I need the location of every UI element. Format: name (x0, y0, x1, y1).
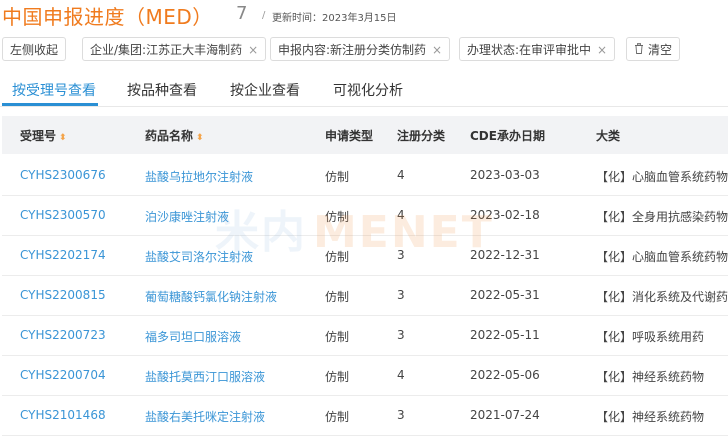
tab-visual-analysis[interactable]: 可视化分析 (333, 80, 403, 100)
table-header: 受理号 ⬍ 药品名称 ⬍ 申请类型 注册分类 CDE承办日期 大类 (2, 116, 728, 154)
category-cell: 【化】呼吸系统用药 (596, 330, 705, 344)
page-header: 中国申报进度（MED） 7 / 更新时间：2023年3月15日 (0, 0, 728, 32)
apply-type-cell: 仿制 (325, 410, 350, 424)
page-title: 中国申报进度（MED） (2, 5, 213, 29)
category-cell: 【化】心脑血管系统药物 (596, 250, 728, 264)
drug-name-link[interactable]: 盐酸右美托咪定注射液 (145, 408, 265, 425)
accept-no-link[interactable]: CYHS2101468 (20, 408, 106, 422)
header-apply-type: 申请类型 (325, 129, 374, 143)
update-time: 更新时间：2023年3月15日 (272, 9, 397, 24)
clear-filters-button[interactable]: 清空 (626, 37, 681, 62)
accept-no-link[interactable]: CYHS2200704 (20, 368, 106, 382)
accept-no-link[interactable]: CYHS2200815 (20, 288, 106, 302)
filter-chip-status[interactable]: 办理状态:在审评审批中 × (459, 37, 616, 61)
table-row[interactable]: CYHS2200723 福多司坦口服溶液 仿制 3 2022-05-11 【化】… (2, 315, 728, 356)
header-cde-date: CDE承办日期 (470, 129, 545, 143)
reg-class-cell: 4 (397, 368, 405, 382)
sort-icon[interactable]: ⬍ (196, 133, 204, 143)
apply-type-cell: 仿制 (325, 330, 350, 344)
close-icon[interactable]: × (248, 43, 258, 57)
view-tabs: 按受理号查看 按品种查看 按企业查看 可视化分析 (0, 72, 728, 107)
drug-name-link[interactable]: 葡萄糖酸钙氯化钠注射液 (145, 288, 277, 305)
apply-type-cell: 仿制 (325, 170, 350, 184)
table-row[interactable]: CYHS2200815 葡萄糖酸钙氯化钠注射液 仿制 3 2022-05-31 … (2, 275, 728, 316)
clear-filters-label: 清空 (648, 43, 673, 57)
cde-date-cell: 2022-05-11 (470, 328, 540, 342)
category-cell: 【化】神经系统药物 (596, 370, 705, 384)
reg-class-cell: 4 (397, 168, 405, 182)
table-row[interactable]: CYHS2200704 盐酸托莫西汀口服溶液 仿制 4 2022-05-06 【… (2, 355, 728, 396)
drug-name-link[interactable]: 盐酸艾司洛尔注射液 (145, 248, 253, 265)
reg-class-cell: 4 (397, 208, 405, 222)
category-cell: 【化】神经系统药物 (596, 410, 705, 424)
reg-class-cell: 3 (397, 408, 405, 422)
cde-date-cell: 2022-12-31 (470, 248, 540, 262)
header-category: 大类 (596, 129, 621, 143)
tab-by-drug[interactable]: 按品种查看 (127, 80, 197, 100)
filter-chip-label: 企业/集团:江苏正大丰海制药 (90, 43, 243, 57)
drug-name-link[interactable]: 福多司坦口服溶液 (145, 328, 241, 345)
header-drug-name[interactable]: 药品名称 ⬍ (145, 127, 204, 144)
close-icon[interactable]: × (597, 43, 607, 57)
filter-chip-company[interactable]: 企业/集团:江苏正大丰海制药 × (82, 37, 267, 61)
table-row[interactable]: CYHS2202174 盐酸艾司洛尔注射液 仿制 3 2022-12-31 【化… (2, 235, 728, 276)
update-date: 2023年3月15日 (322, 13, 397, 24)
category-cell: 【化】全身用抗感染药物 (596, 210, 728, 224)
filter-chip-content[interactable]: 申报内容:新注册分类仿制药 × (270, 37, 451, 61)
filter-chip-label: 申报内容:新注册分类仿制药 (278, 43, 427, 57)
drug-name-link[interactable]: 盐酸乌拉地尔注射液 (145, 168, 253, 185)
table-row[interactable]: CYHS2300676 盐酸乌拉地尔注射液 仿制 4 2023-03-03 【化… (2, 155, 728, 196)
sort-icon[interactable]: ⬍ (59, 133, 67, 143)
apply-type-cell: 仿制 (325, 210, 350, 224)
apply-type-cell: 仿制 (325, 250, 350, 264)
result-count: 7 (236, 3, 248, 24)
accept-no-link[interactable]: CYHS2300676 (20, 168, 106, 182)
update-label: 更新时间： (272, 13, 322, 24)
filter-bar: 左侧收起 企业/集团:江苏正大丰海制药 × 申报内容:新注册分类仿制药 × 办理状态… (0, 37, 728, 63)
cde-date-cell: 2022-05-31 (470, 288, 540, 302)
tab-by-accept-number[interactable]: 按受理号查看 (12, 80, 96, 100)
trash-icon (634, 38, 644, 62)
header-drug-name-label: 药品名称 (145, 129, 194, 143)
collapse-sidebar-label: 左侧收起 (10, 43, 59, 57)
category-cell: 【化】心脑血管系统药物 (596, 170, 728, 184)
accept-no-link[interactable]: CYHS2300570 (20, 208, 106, 222)
cde-date-cell: 2022-05-06 (470, 368, 540, 382)
close-icon[interactable]: × (432, 43, 442, 57)
table-row[interactable]: CYHS2101468 盐酸右美托咪定注射液 仿制 3 2021-07-24 【… (2, 395, 728, 436)
apply-type-cell: 仿制 (325, 370, 350, 384)
reg-class-cell: 3 (397, 328, 405, 342)
collapse-sidebar-button[interactable]: 左侧收起 (2, 37, 67, 61)
tab-by-company[interactable]: 按企业查看 (230, 80, 300, 100)
drug-name-link[interactable]: 盐酸托莫西汀口服溶液 (145, 368, 265, 385)
drug-name-link[interactable]: 泊沙康唑注射液 (145, 208, 229, 225)
accept-no-link[interactable]: CYHS2202174 (20, 248, 106, 262)
cde-date-cell: 2023-03-03 (470, 168, 540, 182)
header-reg-class: 注册分类 (397, 129, 446, 143)
table-row[interactable]: CYHS2300570 泊沙康唑注射液 仿制 4 2023-02-18 【化】全… (2, 195, 728, 236)
cde-date-cell: 2023-02-18 (470, 208, 540, 222)
category-cell: 【化】消化系统及代谢药 (596, 290, 728, 304)
active-tab-indicator (2, 103, 98, 106)
filter-chip-label: 办理状态:在审评审批中 (467, 43, 592, 57)
cde-date-cell: 2021-07-24 (470, 408, 540, 422)
header-accept-no[interactable]: 受理号 ⬍ (20, 127, 67, 144)
apply-type-cell: 仿制 (325, 290, 350, 304)
reg-class-cell: 3 (397, 248, 405, 262)
header-accept-no-label: 受理号 (20, 129, 57, 143)
accept-no-link[interactable]: CYHS2200723 (20, 328, 106, 342)
count-separator: / (262, 10, 266, 21)
reg-class-cell: 3 (397, 288, 405, 302)
